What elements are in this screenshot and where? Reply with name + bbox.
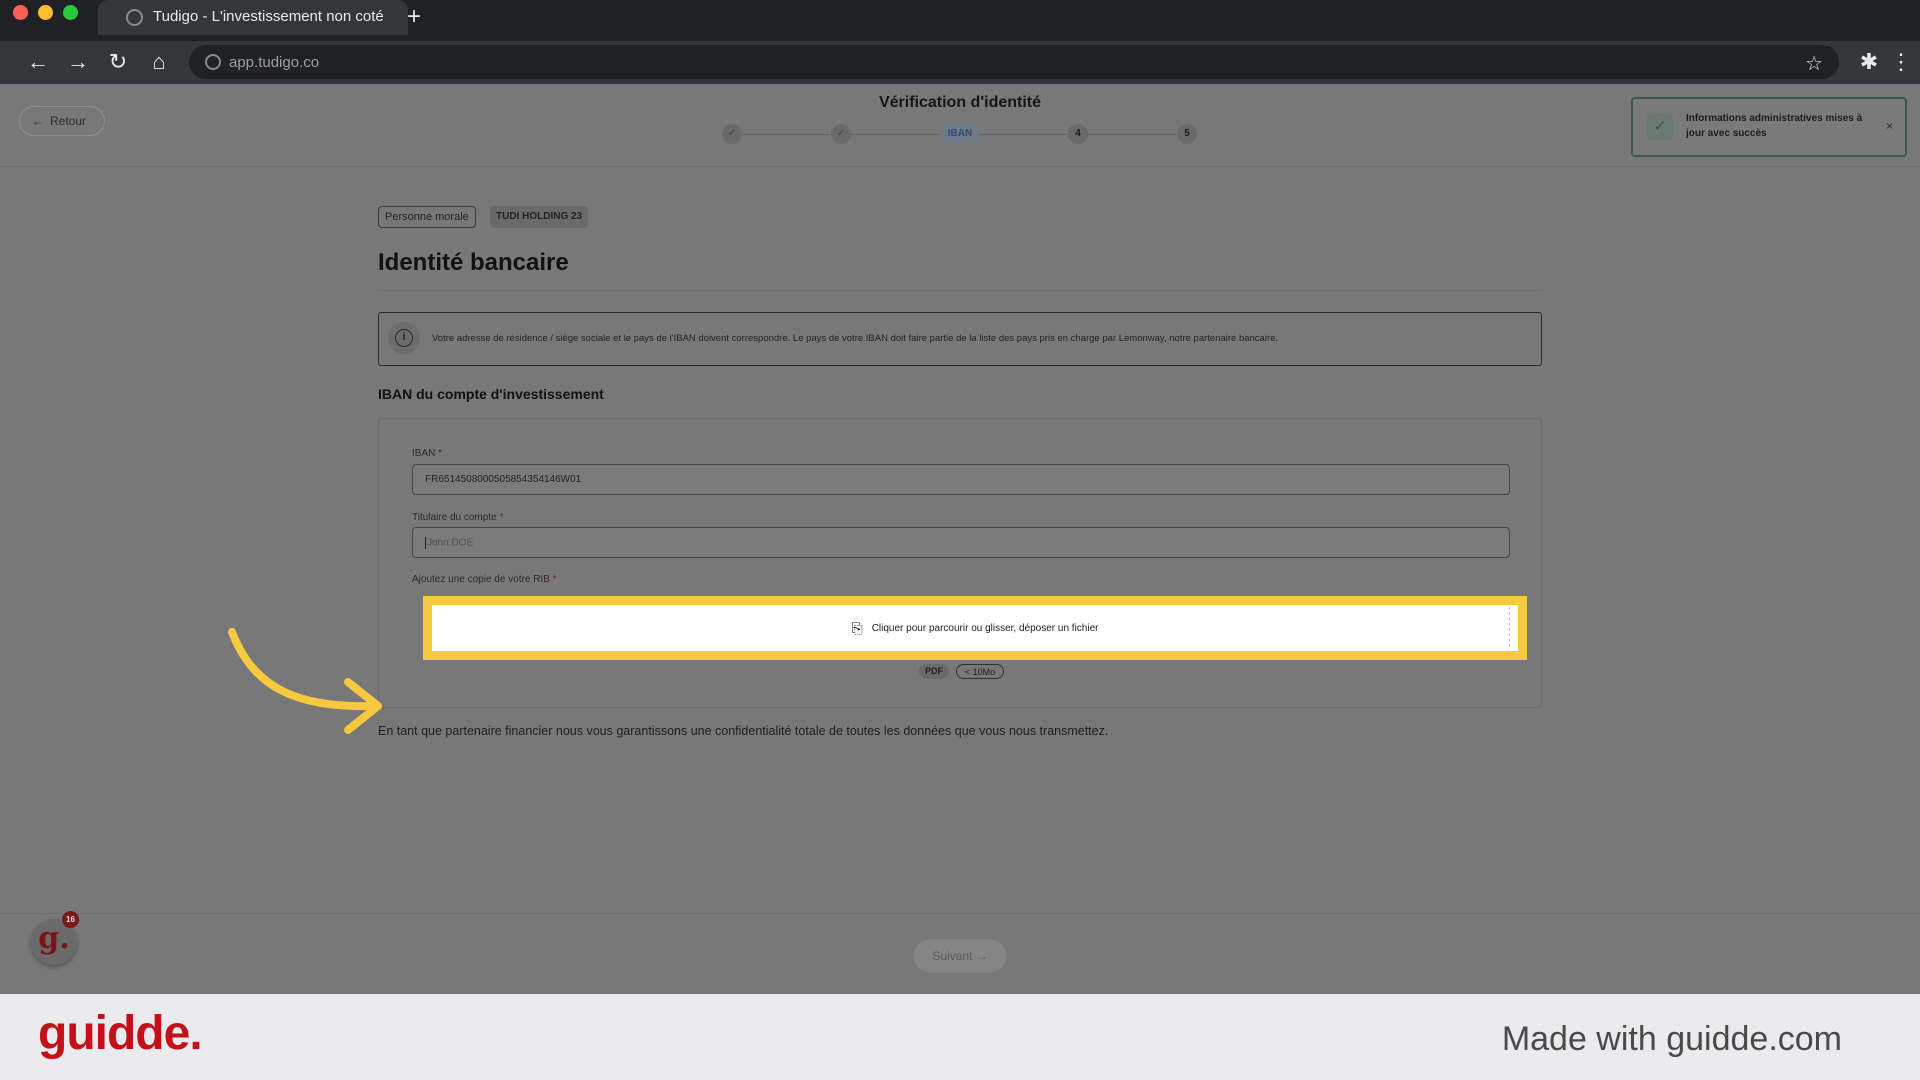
file-format-badge: PDF [919, 664, 949, 679]
iban-value: FR6514508000505854354146W01 [425, 474, 582, 485]
iban-input[interactable]: FR6514508000505854354146W01 [412, 464, 1510, 495]
home-icon[interactable]: ⌂ [146, 49, 172, 75]
browser-menu-icon[interactable]: ⋮ [1888, 49, 1914, 75]
text-caret [425, 537, 426, 549]
close-window-button[interactable] [13, 5, 28, 20]
divider [378, 290, 1542, 291]
stepper-line [1088, 134, 1176, 135]
site-info-icon[interactable] [205, 54, 221, 70]
guidde-logo: guidde. [38, 1007, 203, 1060]
stepper-line [979, 134, 1067, 135]
account-holder-input[interactable]: John DOE [412, 527, 1510, 558]
guidde-footer: guidde. Made with guidde.com [0, 994, 1920, 1080]
check-icon: ✓ [1647, 114, 1673, 140]
globe-icon [126, 9, 143, 26]
step-2-check-icon: ✓ [831, 124, 851, 144]
iban-label: IBAN * [412, 448, 443, 459]
success-toast: ✓ Informations administratives mises à j… [1631, 97, 1907, 157]
browser-tab[interactable]: Tudigo - L'investissement non coté [98, 0, 408, 35]
url-text: app.tudigo.co [229, 54, 320, 71]
step-1-check-icon: ✓ [722, 124, 742, 144]
arrow-right-icon: → [975, 949, 988, 963]
dropzone-border [1509, 607, 1510, 647]
notification-count-badge: 16 [62, 911, 79, 928]
page-content: ← Retour Vérification d'identité ✓ ✓ IBAN… [0, 84, 1920, 994]
back-arrow-icon[interactable]: ← [25, 49, 51, 75]
dropzone-content: ⎘ Cliquer pour parcourir ou glisser, dépo… [432, 620, 1518, 637]
rib-label: Ajoutez une copie de votre RIB * [412, 574, 557, 585]
step-5: 5 [1177, 124, 1197, 144]
info-alert-text: Votre adresse de résidence / siège socia… [432, 333, 1279, 344]
extensions-puzzle-icon[interactable]: ✱ [1856, 49, 1882, 75]
arrow-left-icon: ← [32, 114, 44, 128]
reload-icon[interactable]: ↻ [105, 49, 131, 75]
step-3-iban: IBAN [941, 124, 979, 144]
holder-placeholder: John DOE [427, 537, 474, 549]
toast-message: Informations administratives mises à jou… [1686, 113, 1863, 139]
page-header-title: Vérification d'identité [878, 94, 1042, 111]
entity-type-badge: Personne morale [378, 206, 476, 228]
new-tab-button[interactable]: + [407, 4, 421, 30]
browser-toolbar: ← → ↻ ⌂ app.tudigo.co ☆ ✱ ⋮ [0, 41, 1920, 84]
step-4: 4 [1068, 124, 1088, 144]
stepper-line [742, 134, 830, 135]
page-title: Identité bancaire [378, 249, 569, 276]
upload-file-icon: ⎘ [851, 620, 863, 636]
holder-label: Titulaire du compte * [412, 512, 504, 523]
bookmark-star-icon[interactable]: ☆ [1805, 51, 1823, 76]
back-button-label: Retour [50, 114, 87, 128]
forward-arrow-icon[interactable]: → [65, 49, 91, 75]
browser-tabbar: Tudigo - L'investissement non coté + [0, 0, 1920, 41]
highlight-arrow-icon [228, 628, 382, 734]
next-button-label: Suivant [932, 949, 973, 963]
back-button[interactable]: ← Retour [19, 106, 105, 136]
minimize-window-button[interactable] [38, 5, 53, 20]
info-alert: i Votre adresse de résidence / siège soc… [378, 312, 1542, 366]
entity-name-badge: TUDI HOLDING 23 [490, 206, 589, 228]
file-size-badge: < 10Mo [956, 664, 1004, 679]
info-icon: i [395, 329, 413, 347]
next-button[interactable]: Suivant → [914, 939, 1006, 973]
stepper-line [851, 134, 939, 135]
made-with-guidde-text: Made with guidde.com [1501, 1020, 1842, 1058]
rib-file-dropzone[interactable]: ⎘ Cliquer pour parcourir ou glisser, dépo… [423, 596, 1527, 660]
section-title: IBAN du compte d'investissement [378, 386, 604, 402]
tab-title: Tudigo - L'investissement non coté [153, 8, 384, 25]
dropzone-text: Cliquer pour parcourir ou glisser, dépos… [871, 623, 1099, 635]
close-icon[interactable]: × [1886, 119, 1893, 133]
page-header: ← Retour Vérification d'identité ✓ ✓ IBAN… [0, 84, 1920, 167]
maximize-window-button[interactable] [63, 5, 78, 20]
address-bar[interactable]: app.tudigo.co ☆ [189, 45, 1839, 79]
confidentiality-note: En tant que partenaire financier nous vo… [378, 724, 1109, 738]
page-footer: g. 16 Suivant → [0, 911, 1920, 994]
